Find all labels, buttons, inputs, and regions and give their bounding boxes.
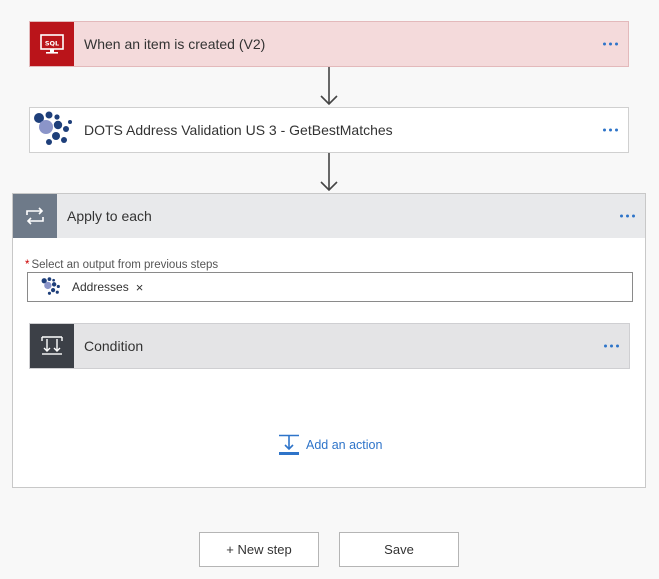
trigger-more-icon[interactable] — [603, 42, 618, 46]
sql-icon-label: SQL — [45, 40, 59, 48]
trigger-card[interactable]: SQL When an item is created (V2) — [29, 21, 629, 67]
apply-to-each-card: Apply to each * Select an output from pre… — [12, 193, 646, 488]
add-action-icon — [279, 434, 299, 455]
save-button[interactable]: Save — [339, 532, 459, 567]
output-field-label-text: Select an output from previous steps — [31, 259, 219, 271]
addresses-token-label: Addresses — [72, 280, 129, 294]
service-objects-logo-icon — [41, 277, 60, 295]
condition-card[interactable]: Condition — [29, 323, 630, 369]
addresses-token: Addresses × — [40, 277, 143, 297]
sql-icon: SQL — [30, 22, 74, 66]
arrow-down-icon — [320, 67, 338, 106]
add-action-label: Add an action — [306, 438, 383, 452]
apply-to-each-more-icon[interactable] — [620, 214, 635, 218]
output-token-field[interactable]: Addresses × — [27, 272, 633, 302]
dots-action-card[interactable]: DOTS Address Validation US 3 - GetBestMa… — [29, 107, 629, 153]
required-mark: * — [25, 259, 30, 271]
dots-action-more-icon[interactable] — [603, 128, 618, 132]
trigger-title: When an item is created (V2) — [84, 36, 266, 52]
condition-more-icon[interactable] — [604, 344, 619, 348]
loop-icon — [13, 194, 57, 238]
condition-title: Condition — [84, 338, 144, 354]
apply-to-each-title: Apply to each — [67, 208, 152, 224]
apply-to-each-header[interactable]: Apply to each — [13, 194, 645, 238]
arrow-down-icon — [320, 153, 338, 192]
add-action-link[interactable]: Add an action — [278, 434, 382, 456]
new-step-button[interactable]: + New step — [199, 532, 319, 567]
dots-action-title: DOTS Address Validation US 3 - GetBestMa… — [84, 122, 393, 138]
service-objects-logo-icon — [30, 108, 74, 152]
remove-token-icon[interactable]: × — [136, 280, 144, 295]
condition-icon — [30, 324, 74, 368]
output-field-label: * Select an output from previous steps — [25, 259, 218, 271]
